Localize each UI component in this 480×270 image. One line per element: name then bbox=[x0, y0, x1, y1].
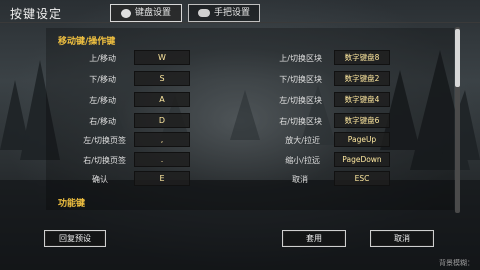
binding-label: 右/移动 bbox=[89, 117, 116, 126]
binding-label: 左/移动 bbox=[89, 96, 116, 105]
page-title: 按键设定 bbox=[10, 7, 63, 21]
binding-label: 放大/拉近 bbox=[285, 136, 320, 145]
footer-status: 背景模糊： bbox=[439, 259, 474, 267]
tab-controller-label: 手把设置 bbox=[213, 8, 250, 18]
binding-label: 取消 bbox=[292, 175, 308, 184]
section-move-title: 移动键/操作键 bbox=[58, 37, 116, 47]
binding-key-block-up[interactable]: 数字键盘8 bbox=[334, 50, 390, 65]
scrollbar[interactable] bbox=[455, 27, 460, 213]
binding-key-down[interactable]: S bbox=[134, 71, 190, 86]
tab-keyboard[interactable]: 键盘设置 bbox=[110, 4, 182, 22]
divider bbox=[0, 22, 480, 23]
binding-key-left[interactable]: A bbox=[134, 92, 190, 107]
binding-key-block-right[interactable]: 数字键盘6 bbox=[334, 113, 390, 128]
binding-key-confirm[interactable]: E bbox=[134, 171, 190, 186]
binding-label: 下/移动 bbox=[89, 75, 116, 84]
binding-key-prev-tab[interactable]: , bbox=[134, 132, 190, 147]
binding-label: 右/切换页签 bbox=[83, 156, 126, 165]
binding-key-block-left[interactable]: 数字键盘4 bbox=[334, 92, 390, 107]
reset-defaults-button[interactable]: 回复预设 bbox=[44, 230, 106, 247]
binding-key-block-down[interactable]: 数字键盘2 bbox=[334, 71, 390, 86]
binding-key-zoom-out[interactable]: PageDown bbox=[334, 152, 390, 167]
cancel-button[interactable]: 取消 bbox=[370, 230, 434, 247]
binding-label: 缩小/拉远 bbox=[285, 156, 320, 165]
binding-label: 左/切换区块 bbox=[279, 96, 322, 105]
section-function-title: 功能键 bbox=[58, 199, 86, 209]
binding-label: 上/移动 bbox=[89, 54, 116, 63]
binding-label: 左/切换页签 bbox=[83, 136, 126, 145]
tab-keyboard-label: 键盘设置 bbox=[134, 8, 171, 18]
gamepad-icon bbox=[197, 9, 210, 17]
binding-key-cancel[interactable]: ESC bbox=[334, 171, 390, 186]
binding-key-right[interactable]: D bbox=[134, 113, 190, 128]
binding-label: 下/切换区块 bbox=[279, 75, 322, 84]
keyboard-icon bbox=[120, 8, 131, 18]
binding-key-next-tab[interactable]: . bbox=[134, 152, 190, 167]
scrollbar-thumb[interactable] bbox=[455, 29, 460, 87]
binding-label: 右/切换区块 bbox=[279, 117, 322, 126]
binding-key-up[interactable]: W bbox=[134, 50, 190, 65]
tab-controller[interactable]: 手把设置 bbox=[188, 4, 260, 22]
apply-button[interactable]: 套用 bbox=[282, 230, 346, 247]
binding-key-zoom-in[interactable]: PageUp bbox=[334, 132, 390, 147]
binding-label: 上/切换区块 bbox=[279, 54, 322, 63]
binding-label: 确认 bbox=[92, 175, 108, 184]
